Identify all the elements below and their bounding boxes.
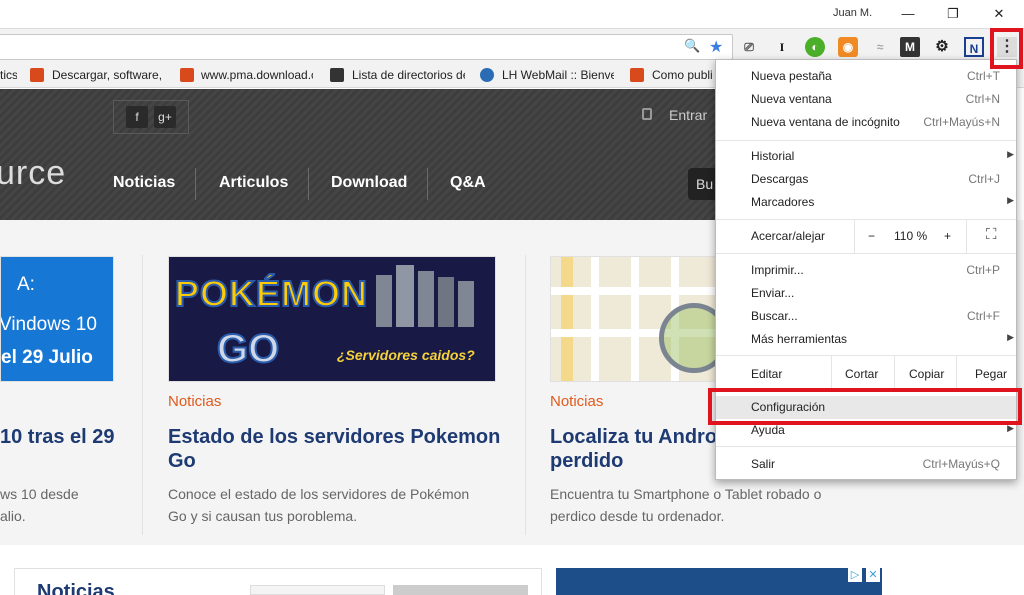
bookmark-item[interactable]: Como publi [652, 68, 716, 84]
bookmark-favicon-icon [630, 68, 644, 82]
article-category[interactable]: Noticias [168, 393, 221, 410]
bookmark-item[interactable]: Lista de directorios de [352, 68, 465, 84]
menu-item-exit[interactable]: Salir Ctrl+Mayús+Q [716, 453, 1016, 476]
ad-choices-icon[interactable]: ▷ [848, 568, 862, 582]
article-description: perdico desde tu ordenador. [550, 508, 725, 524]
submenu-arrow-icon: ▶ [1007, 332, 1014, 342]
gear-icon[interactable]: ⚙ [932, 37, 952, 57]
n-extension-icon[interactable]: N [964, 37, 984, 57]
menu-item-bookmarks[interactable]: Marcadores ▶ [716, 191, 1016, 214]
highlight-menu-button [990, 28, 1023, 69]
menu-item-print[interactable]: Imprimir... Ctrl+P [716, 259, 1016, 282]
zoom-level: 110 % [894, 229, 928, 243]
address-bar[interactable]: 🔍 ★ [0, 34, 733, 60]
wave-extension-icon[interactable]: ≈ [870, 37, 890, 57]
ad-banner[interactable]: ▷ ✕ [556, 568, 882, 595]
lock-icon [642, 108, 652, 120]
column-divider [142, 255, 143, 535]
facebook-icon[interactable]: f [126, 106, 148, 128]
bookmark-item[interactable]: LH WebMail :: Bienve [502, 68, 614, 84]
instapaper-icon[interactable]: I [772, 37, 792, 57]
menu-item-more-tools[interactable]: Más herramientas ▶ [716, 328, 1016, 351]
article-description: ws 10 desde [0, 486, 79, 502]
zoom-out-button[interactable]: − [868, 229, 875, 243]
zoom-in-button[interactable]: + [944, 229, 951, 243]
nav-divider [308, 168, 309, 200]
article-image[interactable]: POKÉMON GO ¿Servidores caidos? [168, 256, 496, 382]
ad-close-icon[interactable]: ✕ [866, 568, 880, 582]
minimize-button[interactable]: — [893, 3, 923, 25]
nav-divider [427, 168, 428, 200]
article-title[interactable]: Localiza tu Andro [550, 425, 717, 449]
menu-separator [716, 446, 1016, 447]
article-image[interactable] [550, 256, 720, 382]
login-link[interactable]: Entrar [669, 107, 707, 123]
google-plus-icon[interactable]: g+ [154, 106, 176, 128]
nav-qa[interactable]: Q&A [450, 174, 486, 192]
submenu-arrow-icon: ▶ [1007, 195, 1014, 205]
article-title[interactable]: Go [168, 449, 196, 473]
cut-button[interactable]: Cortar [845, 367, 878, 381]
bookmark-item[interactable]: tics [0, 68, 17, 84]
menu-separator [716, 140, 1016, 141]
webmail-favicon-icon [480, 68, 494, 82]
magnifier-icon [659, 303, 719, 373]
copy-button[interactable]: Copiar [909, 367, 944, 381]
paste-button[interactable]: Pegar [975, 367, 1007, 381]
nav-download[interactable]: Download [331, 174, 407, 192]
article-category[interactable]: Noticias [550, 393, 603, 410]
menu-item-incognito[interactable]: Nueva ventana de incógnito Ctrl+Mayús+N [716, 111, 1016, 134]
submenu-arrow-icon: ▶ [1007, 149, 1014, 159]
power-extension-icon[interactable]: ◐ [805, 37, 825, 57]
menu-separator [716, 355, 1016, 356]
title-bar: Juan M. — ❐ ✕ [0, 0, 1024, 28]
cast-icon[interactable]: ⎚ [739, 37, 759, 57]
article-description: alio. [0, 508, 26, 524]
site-logo[interactable]: urce [0, 154, 66, 193]
bookmark-favicon-icon [180, 68, 194, 82]
menu-item-new-window[interactable]: Nueva ventana Ctrl+N [716, 88, 1016, 111]
article-description: Encuentra tu Smartphone o Tablet robado … [550, 486, 822, 502]
profile-name[interactable]: Juan M. [833, 7, 872, 19]
bookmark-favicon-icon [330, 68, 344, 82]
bookmark-favicon-icon [30, 68, 44, 82]
article-title[interactable]: 10 tras el 29 [0, 425, 115, 449]
highlight-settings [708, 388, 1022, 425]
bottom-tab[interactable] [250, 585, 385, 595]
article-image[interactable]: A: Vindows 10 el 29 Julio [0, 256, 114, 382]
article-description: Conoce el estado de los servidores de Po… [168, 486, 470, 502]
article-title[interactable]: perdido [550, 449, 623, 473]
close-button[interactable]: ✕ [984, 3, 1014, 25]
m-extension-icon[interactable]: M [900, 37, 920, 57]
section-heading: Noticias [37, 581, 115, 595]
menu-separator [716, 219, 1016, 220]
nav-articulos[interactable]: Articulos [219, 174, 288, 192]
bookmark-star-icon[interactable]: ★ [709, 37, 723, 57]
bookmark-item[interactable]: Descargar, software, c [52, 68, 164, 84]
menu-item-zoom: Acercar/alejar [751, 229, 826, 243]
nav-noticias[interactable]: Noticias [113, 174, 175, 192]
menu-item-downloads[interactable]: Descargas Ctrl+J [716, 168, 1016, 191]
menu-item-find[interactable]: Buscar... Ctrl+F [716, 305, 1016, 328]
restore-button[interactable]: ❐ [938, 3, 968, 25]
social-box [113, 100, 189, 134]
fullscreen-icon[interactable]: ⛶ [986, 226, 997, 243]
site-header [0, 89, 720, 220]
article-title[interactable]: Estado de los servidores Pokemon [168, 425, 500, 449]
browser-window: Juan M. — ❐ ✕ 🔍 ★ ⎚ I ◐ ◉ ≈ M ⚙ N ⋮ tics… [0, 0, 1024, 595]
menu-item-new-tab[interactable]: Nueva pestaña Ctrl+T [716, 65, 1016, 88]
bookmark-item[interactable]: www.pma.download.c [201, 68, 313, 84]
nav-divider [195, 168, 196, 200]
zoom-icon[interactable]: 🔍 [684, 38, 700, 54]
column-divider [525, 255, 526, 535]
menu-item-cast[interactable]: Enviar... [716, 282, 1016, 305]
menu-separator [716, 253, 1016, 254]
menu-item-history[interactable]: Historial ▶ [716, 145, 1016, 168]
rss-icon[interactable]: ◉ [838, 37, 858, 57]
bottom-tab[interactable] [393, 585, 528, 595]
article-description: Go y si causan tus poroblema. [168, 508, 358, 524]
